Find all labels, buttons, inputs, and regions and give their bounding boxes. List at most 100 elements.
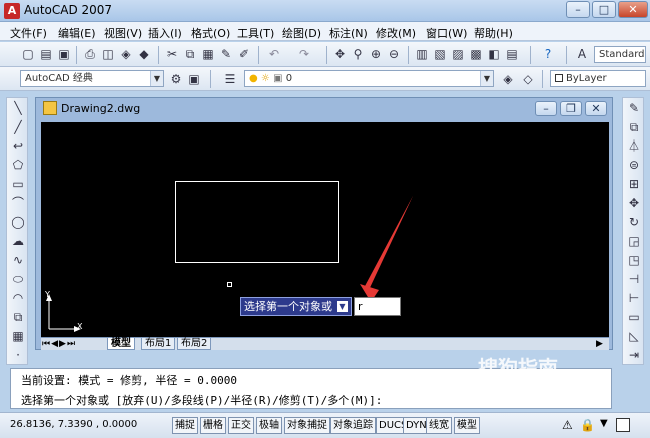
layer-previous-icon[interactable]: ◇ [520, 71, 536, 87]
circle-icon[interactable]: ◯ [10, 214, 26, 230]
rotate-icon[interactable]: ↻ [626, 214, 642, 230]
insert-block-icon[interactable]: ⧉ [10, 309, 26, 325]
zoom-window-icon[interactable]: ⊕ [368, 46, 384, 62]
menu-format[interactable]: 格式(O) [191, 25, 230, 41]
save-icon[interactable]: ▣ [56, 46, 72, 62]
menu-dimension[interactable]: 标注(N) [329, 25, 368, 41]
scale-icon[interactable]: ◲ [626, 233, 642, 249]
design-center-icon[interactable]: ▧ [432, 46, 448, 62]
menu-modify[interactable]: 修改(M) [376, 25, 416, 41]
polar-button[interactable]: 极轴 [256, 417, 282, 434]
construction-line-icon[interactable]: ╱ [10, 119, 26, 135]
scroll-right-icon[interactable]: ▶ [596, 338, 603, 350]
polygon-icon[interactable]: ⬠ [10, 157, 26, 173]
zoom-previous-icon[interactable]: ⊖ [386, 46, 402, 62]
ellipse-icon[interactable]: ⬭ [10, 271, 26, 287]
menu-file[interactable]: 文件(F) [10, 25, 47, 41]
erase-icon[interactable]: ✎ [626, 100, 642, 116]
text-style-icon[interactable]: A [574, 46, 590, 62]
sheet-set-icon[interactable]: ▩ [468, 46, 484, 62]
chamfer-icon[interactable]: ◺ [626, 328, 642, 344]
tool-palettes-icon[interactable]: ▨ [450, 46, 466, 62]
mirror-icon[interactable]: ⏃ [626, 138, 642, 154]
arc-icon[interactable]: ⌒ [10, 195, 26, 211]
lock-icon[interactable]: 🔒 [580, 418, 595, 432]
zoom-realtime-icon[interactable]: ⚲ [350, 46, 366, 62]
break-icon[interactable]: ▭ [626, 309, 642, 325]
osnap-button[interactable]: 对象捕捉 [284, 417, 330, 434]
text-style-select[interactable]: Standard [594, 46, 646, 63]
3d-dwf-icon[interactable]: ◆ [136, 46, 152, 62]
cut-icon[interactable]: ✂ [164, 46, 180, 62]
workspace-settings-icon[interactable]: ⚙ [168, 71, 184, 87]
move-icon[interactable]: ✥ [626, 195, 642, 211]
menu-edit[interactable]: 编辑(E) [58, 25, 96, 41]
extend-icon[interactable]: ⊢ [626, 290, 642, 306]
point-icon[interactable]: · [10, 347, 26, 363]
menu-view[interactable]: 视图(V) [104, 25, 142, 41]
stretch-icon[interactable]: ◳ [626, 252, 642, 268]
open-file-icon[interactable]: ▤ [38, 46, 54, 62]
properties-icon[interactable]: ▥ [414, 46, 430, 62]
rectangle-icon[interactable]: ▭ [10, 176, 26, 192]
line-icon[interactable]: ╲ [10, 100, 26, 116]
menu-draw[interactable]: 绘图(D) [282, 25, 321, 41]
revision-cloud-icon[interactable]: ☁ [10, 233, 26, 249]
quickcalc-icon[interactable]: ▤ [504, 46, 520, 62]
clean-screen-icon[interactable] [616, 418, 630, 432]
print-icon[interactable]: ⎙ [82, 46, 98, 62]
minimize-button[interactable]: – [566, 1, 590, 18]
array-icon[interactable]: ⊞ [626, 176, 642, 192]
fillet-icon[interactable]: ⇥ [626, 347, 642, 363]
copy-object-icon[interactable]: ⧉ [626, 119, 642, 135]
workspace-select[interactable]: AutoCAD 经典 ▼ [20, 70, 164, 87]
lineweight-button[interactable]: 线宽 [426, 417, 452, 434]
trim-icon[interactable]: ⊣ [626, 271, 642, 287]
color-select[interactable]: ByLayer [550, 70, 646, 87]
tab-nav-arrows[interactable]: ⏮◀▶⏭ [42, 338, 76, 350]
match-properties-icon[interactable]: ✎ [218, 46, 234, 62]
tab-layout2[interactable]: 布局2 [177, 338, 212, 350]
copy-icon[interactable]: ⧉ [182, 46, 198, 62]
paste-icon[interactable]: ▦ [200, 46, 216, 62]
grid-button[interactable]: 栅格 [200, 417, 226, 434]
dynamic-input-field[interactable]: r [354, 297, 401, 316]
undo-icon[interactable]: ↶ [266, 46, 282, 62]
polyline-icon[interactable]: ↩ [10, 138, 26, 154]
ortho-button[interactable]: 正交 [228, 417, 254, 434]
make-block-icon[interactable]: ▦ [10, 328, 26, 344]
layer-select[interactable]: ● ☼ ▣ 0 ▼ [244, 70, 494, 87]
block-editor-icon[interactable]: ✐ [236, 46, 252, 62]
model-button[interactable]: 模型 [454, 417, 480, 434]
otrack-button[interactable]: 对象追踪 [330, 417, 376, 434]
ellipse-arc-icon[interactable]: ◠ [10, 290, 26, 306]
save-workspace-icon[interactable]: ▣ [186, 71, 202, 87]
close-button[interactable]: ✕ [618, 1, 648, 18]
communication-center-icon[interactable]: ⚠ [562, 418, 573, 432]
options-arrow-icon[interactable]: ▼ [337, 301, 348, 312]
print-preview-icon[interactable]: ◫ [100, 46, 116, 62]
publish-icon[interactable]: ◈ [118, 46, 134, 62]
menu-arrow-icon[interactable]: ▼ [600, 418, 608, 429]
doc-restore-button[interactable]: ❐ [560, 101, 582, 116]
new-file-icon[interactable]: ▢ [20, 46, 36, 62]
redo-icon[interactable]: ↷ [296, 46, 312, 62]
doc-close-button[interactable]: ✕ [585, 101, 607, 116]
layer-lock-icon: ▣ [273, 73, 283, 84]
doc-minimize-button[interactable]: – [535, 101, 557, 116]
layer-manager-icon[interactable]: ☰ [222, 71, 238, 87]
make-current-layer-icon[interactable]: ◈ [500, 71, 516, 87]
markup-icon[interactable]: ◧ [486, 46, 502, 62]
spline-icon[interactable]: ∿ [10, 252, 26, 268]
tab-layout1[interactable]: 布局1 [141, 338, 176, 350]
menu-tools[interactable]: 工具(T) [237, 25, 274, 41]
maximize-button[interactable]: □ [592, 1, 616, 18]
tab-model[interactable]: 模型 [107, 338, 135, 350]
offset-icon[interactable]: ⊜ [626, 157, 642, 173]
snap-button[interactable]: 捕捉 [172, 417, 198, 434]
pan-icon[interactable]: ✥ [332, 46, 348, 62]
menu-insert[interactable]: 插入(I) [148, 25, 182, 41]
help-icon[interactable]: ? [540, 46, 556, 62]
menu-window[interactable]: 窗口(W) [426, 25, 467, 41]
menu-help[interactable]: 帮助(H) [474, 25, 513, 41]
